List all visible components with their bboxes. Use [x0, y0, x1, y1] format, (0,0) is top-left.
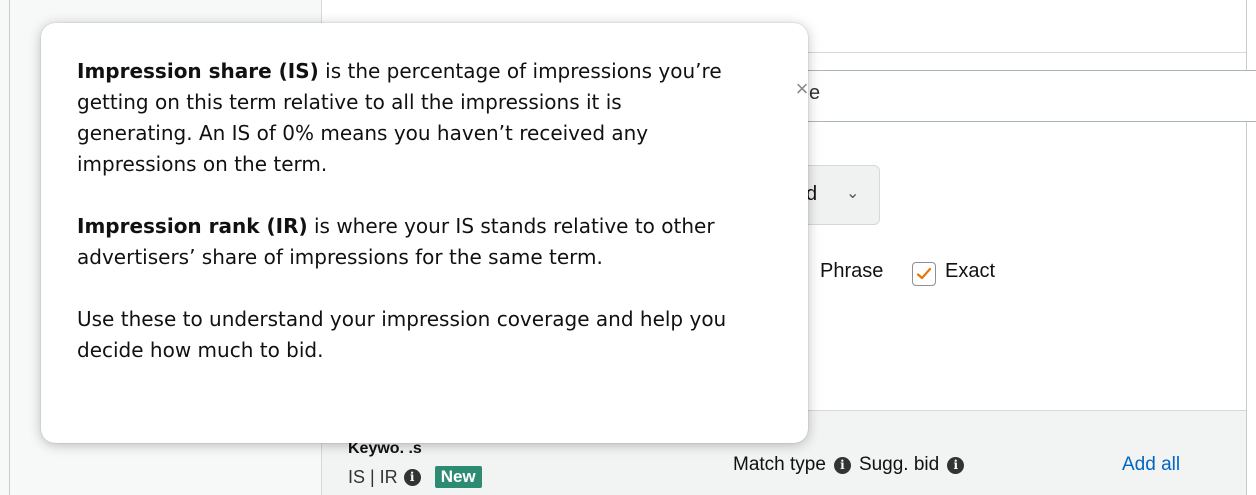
impression-info-popover: Impression share (IS) is the percentage … [41, 23, 808, 443]
chevron-down-icon: ⌄ [846, 185, 860, 202]
is-ir-label: IS | IR [348, 466, 398, 487]
new-badge: New [434, 466, 482, 488]
popover-paragraph-is: Impression share (IS) is the percentage … [77, 56, 727, 180]
popover-paragraph-ir: Impression rank (IR) is where your IS st… [77, 211, 727, 273]
info-icon[interactable]: i [833, 456, 851, 474]
is-ir-header: IS | IR i New [348, 466, 482, 488]
info-icon[interactable]: i [403, 468, 421, 486]
exact-checkbox[interactable] [912, 262, 936, 286]
match-phrase-label[interactable]: Phrase [820, 260, 883, 283]
match-type-header: Match type i Sugg. bid i [733, 454, 965, 476]
popover-paragraph-usage: Use these to understand your impression … [77, 307, 727, 362]
info-icon[interactable]: i [947, 456, 965, 474]
match-exact-label[interactable]: Exact [945, 260, 995, 283]
ir-term: Impression rank (IR) [77, 214, 308, 238]
checkmark-icon [916, 267, 932, 280]
match-type-label: Match type [733, 454, 826, 475]
frame-border-left [9, 0, 10, 495]
is-term: Impression share (IS) [77, 59, 319, 83]
add-all-link[interactable]: Add all [1122, 454, 1180, 476]
sugg-bid-label: Sugg. bid [858, 454, 940, 475]
close-icon[interactable]: × [791, 78, 813, 102]
